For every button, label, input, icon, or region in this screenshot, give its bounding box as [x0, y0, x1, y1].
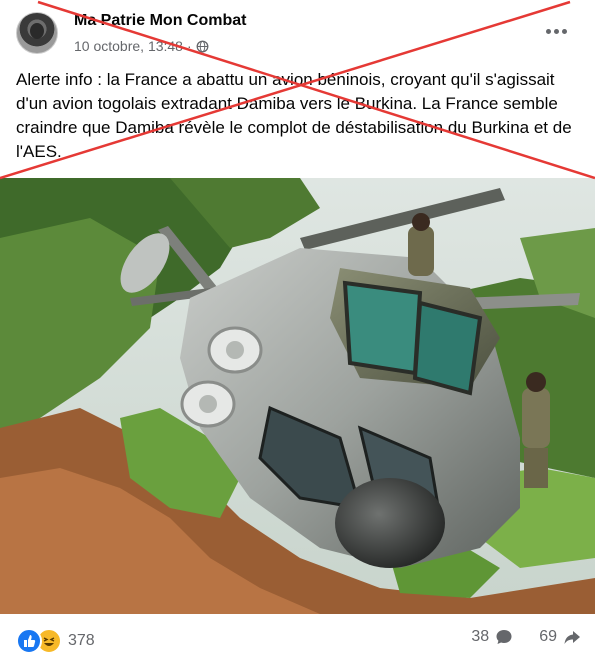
meta-separator: · [186, 38, 192, 54]
engagement-counts: 38 69 [471, 628, 581, 646]
author-name[interactable]: Ma Patrie Mon Combat [74, 12, 246, 30]
share-count[interactable]: 69 [539, 628, 557, 646]
post-date[interactable]: 10 octobre, 13:48 [74, 38, 183, 54]
post-photo[interactable] [0, 178, 595, 614]
post-header: Ma Patrie Mon Combat 10 octobre, 13:48 · [0, 0, 595, 62]
comment-count[interactable]: 38 [471, 628, 489, 646]
post-footer: 378 38 69 [0, 616, 595, 663]
reactions-summary[interactable]: 378 [16, 628, 95, 654]
post-meta: 10 octobre, 13:48 · [74, 38, 209, 54]
more-options-icon[interactable] [544, 22, 568, 40]
author-avatar[interactable] [16, 12, 58, 54]
like-icon [16, 628, 42, 654]
post-text: Alerte info : la France a abattu un avio… [16, 70, 572, 161]
facebook-post: Ma Patrie Mon Combat 10 octobre, 13:48 ·… [0, 0, 595, 663]
comment-icon[interactable] [495, 628, 513, 646]
globe-icon [196, 40, 209, 52]
crashed-helicopter-image [0, 178, 595, 614]
reaction-count: 378 [68, 632, 95, 649]
share-icon[interactable] [563, 628, 581, 646]
